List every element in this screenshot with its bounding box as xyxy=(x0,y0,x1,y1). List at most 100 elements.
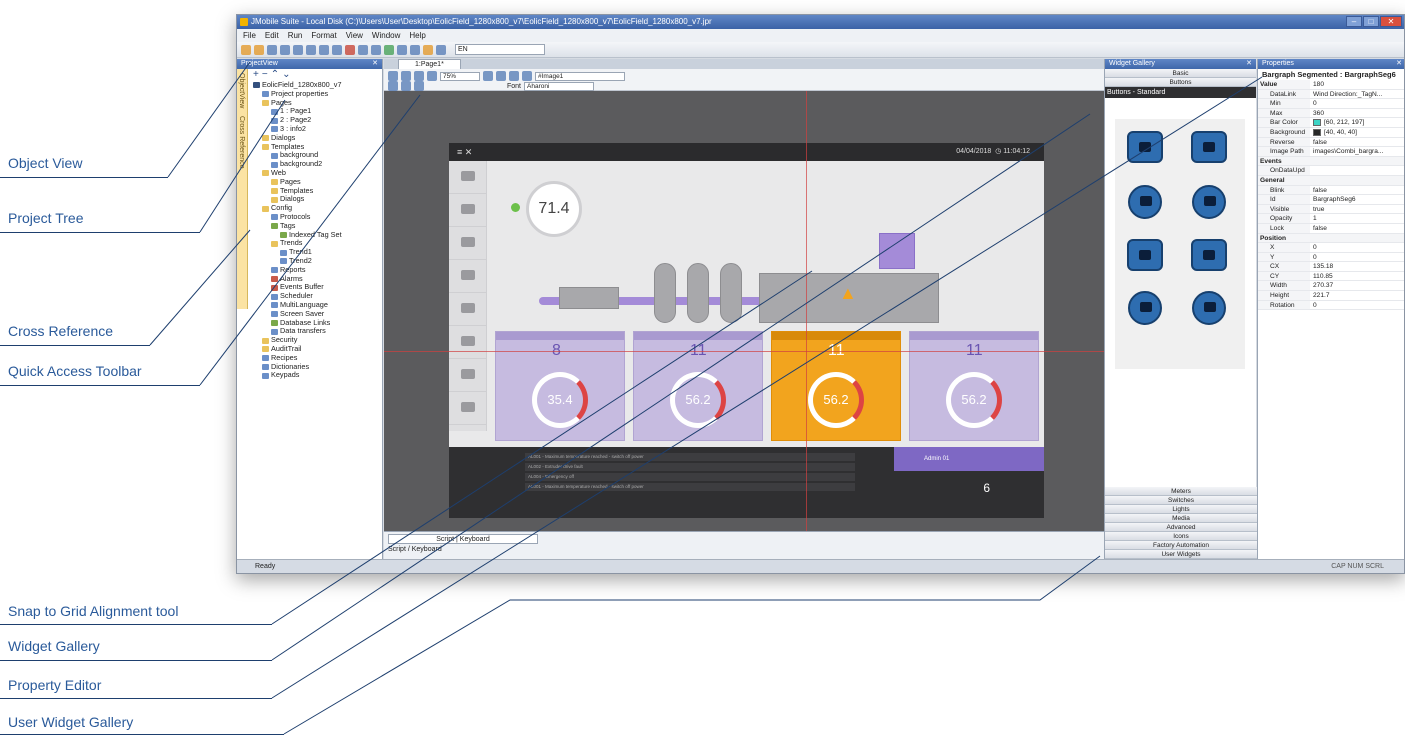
tree-item[interactable]: Indexed Tag Set xyxy=(249,230,382,240)
zoom-out-icon[interactable] xyxy=(401,71,411,81)
temperature-card-selected[interactable]: 11 56.2 xyxy=(771,331,901,441)
tree-item[interactable]: Pages xyxy=(249,177,382,187)
property-value[interactable]: 110.85 xyxy=(1310,272,1404,281)
tab-keyboard[interactable]: Keyboard xyxy=(412,546,442,553)
property-value[interactable]: [60, 212, 197] xyxy=(1310,118,1404,127)
property-row[interactable]: Image Path images\Combi_bargra... xyxy=(1258,147,1404,157)
cut-icon[interactable] xyxy=(306,44,316,55)
category-media[interactable]: Media xyxy=(1105,514,1257,523)
category-factory-automation[interactable]: Factory Automation xyxy=(1105,541,1257,550)
snap-to-grid-icon[interactable] xyxy=(483,71,493,81)
undo-icon[interactable] xyxy=(358,44,368,55)
property-value[interactable]: Wind Direction:_TagN... xyxy=(1310,90,1404,99)
property-row[interactable]: Height 221.7 xyxy=(1258,291,1404,301)
property-value[interactable] xyxy=(1310,166,1404,175)
tree-item[interactable]: Config xyxy=(249,203,382,213)
menu-view[interactable]: View xyxy=(346,29,363,42)
tree-item[interactable]: 3 : info2 xyxy=(249,124,382,134)
category-buttons[interactable]: Buttons xyxy=(1105,78,1256,87)
round-button-widget[interactable] xyxy=(1192,291,1226,325)
property-row[interactable]: Visible true xyxy=(1258,204,1404,215)
tree-item[interactable]: Web xyxy=(249,168,382,178)
tab-script[interactable]: Script xyxy=(388,546,406,553)
property-row[interactable]: Id BargraphSeg6 xyxy=(1258,195,1404,205)
print-icon[interactable] xyxy=(293,44,303,55)
zoom-in-icon[interactable] xyxy=(388,71,398,81)
paste-icon[interactable] xyxy=(332,44,342,55)
tree-item[interactable]: 1 : Page1 xyxy=(249,107,382,116)
property-row[interactable]: Width 270.37 xyxy=(1258,281,1404,292)
property-value[interactable]: false xyxy=(1310,224,1404,233)
property-row[interactable]: DataLink Wind Direction:_TagN... xyxy=(1258,89,1404,100)
zoom-fit-icon[interactable] xyxy=(414,71,424,81)
property-value[interactable]: 1 xyxy=(1310,214,1404,223)
simulator-icon[interactable] xyxy=(423,44,433,55)
bold-icon[interactable] xyxy=(388,81,398,91)
menu-window[interactable]: Window xyxy=(372,29,400,42)
close-button[interactable]: ✕ xyxy=(1380,16,1402,27)
button-widget[interactable] xyxy=(1191,131,1227,163)
tab-page1[interactable]: 1:Page1* xyxy=(398,59,461,69)
tree-item[interactable]: Security xyxy=(249,335,382,345)
property-row[interactable]: Bar Color [60, 212, 197] xyxy=(1258,118,1404,128)
round-button-widget[interactable] xyxy=(1128,185,1162,219)
property-row[interactable]: Events xyxy=(1258,156,1404,167)
tree-item[interactable]: Trend1 xyxy=(249,247,382,257)
property-value[interactable]: true xyxy=(1310,205,1404,214)
tree-item[interactable]: AuditTrail xyxy=(249,344,382,354)
add-icon[interactable]: + xyxy=(253,69,262,80)
tab-cross-reference[interactable]: Cross Reference xyxy=(237,112,246,173)
property-value[interactable]: images\Combi_bargra... xyxy=(1310,147,1404,156)
run-icon[interactable] xyxy=(384,44,394,55)
menu-format[interactable]: Format xyxy=(311,29,336,42)
zoom-width-icon[interactable] xyxy=(427,71,437,81)
property-row[interactable]: Background [40, 40, 40] xyxy=(1258,127,1404,138)
tree-item[interactable]: Events Buffer xyxy=(249,283,382,292)
button-widget[interactable] xyxy=(1191,239,1227,271)
tree-item[interactable]: Protocols xyxy=(249,212,382,222)
property-value[interactable]: 135.18 xyxy=(1310,262,1404,271)
font-select[interactable]: Aharoni xyxy=(524,81,595,91)
upload-icon[interactable] xyxy=(410,44,420,55)
property-value[interactable]: 0 xyxy=(1310,99,1404,108)
close-icon[interactable]: ✕ xyxy=(372,59,378,69)
property-value[interactable]: 0 xyxy=(1310,301,1404,310)
property-row[interactable]: Max 360 xyxy=(1258,108,1404,119)
category-switches[interactable]: Switches xyxy=(1105,496,1257,505)
property-value[interactable]: false xyxy=(1310,138,1404,147)
property-value[interactable]: 0 xyxy=(1310,253,1404,262)
property-row[interactable]: Opacity 1 xyxy=(1258,214,1404,224)
up-icon[interactable]: ⌃ xyxy=(271,69,282,80)
save-icon[interactable] xyxy=(267,44,277,55)
property-row[interactable]: Y0 xyxy=(1258,252,1404,263)
page-canvas[interactable]: ≡ ✕ 04/04/2018 ◷ 11:04:12 71.4 ▲ 35.4 11… xyxy=(384,91,1104,531)
category-lights[interactable]: Lights xyxy=(1105,505,1257,514)
property-row[interactable]: Lock false xyxy=(1258,223,1404,234)
save-all-icon[interactable] xyxy=(280,44,290,55)
property-row[interactable]: Reverse false xyxy=(1258,137,1404,148)
tree-item[interactable]: Keypads xyxy=(249,370,382,380)
tree-item[interactable]: Dialogs xyxy=(249,133,382,143)
tree-item[interactable]: Trends xyxy=(249,239,382,248)
category-meters[interactable]: Meters xyxy=(1105,487,1257,496)
property-row[interactable]: CX 135.18 xyxy=(1258,262,1404,272)
property-value[interactable]: 360 xyxy=(1310,109,1404,118)
widget-set-select[interactable]: Buttons - Standard xyxy=(1105,87,1256,98)
delete-icon[interactable] xyxy=(345,44,355,55)
bring-front-icon[interactable] xyxy=(522,71,532,81)
round-button-widget[interactable] xyxy=(1192,185,1226,219)
underline-icon[interactable] xyxy=(414,81,424,91)
round-button-widget[interactable] xyxy=(1128,291,1162,325)
widget-select[interactable]: #Image1 xyxy=(535,71,625,81)
property-value[interactable]: false xyxy=(1310,186,1404,195)
tree-item[interactable]: Project properties xyxy=(249,89,382,99)
category-user-widgets[interactable]: User Widgets xyxy=(1105,550,1257,559)
settings-icon[interactable] xyxy=(436,44,446,55)
property-value[interactable]: BargraphSeg6 xyxy=(1310,195,1404,204)
close-icon[interactable]: ✕ xyxy=(1246,59,1252,69)
property-value[interactable]: 180 xyxy=(1310,80,1404,89)
property-row[interactable]: X0 xyxy=(1258,243,1404,253)
property-value[interactable]: 0 xyxy=(1310,243,1404,252)
menu-help[interactable]: Help xyxy=(409,29,425,42)
menu-run[interactable]: Run xyxy=(288,29,303,42)
